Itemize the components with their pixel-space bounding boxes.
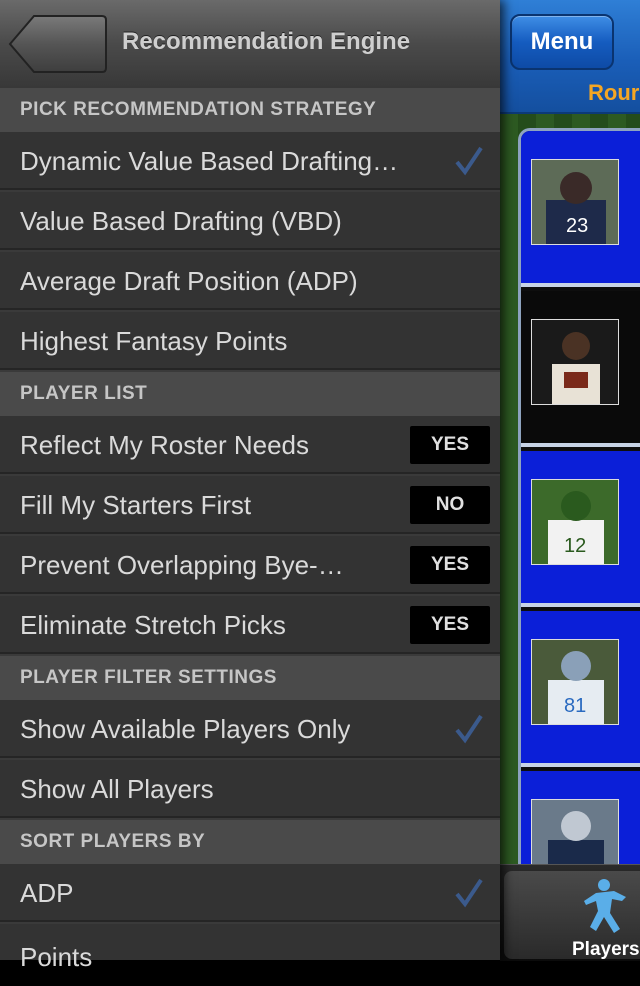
background-app: 23 12 81 Menu Rour Players (500, 0, 640, 961)
player-card[interactable]: 81 (521, 611, 640, 767)
setting-label: Fill My Starters First (20, 490, 252, 520)
option-label: Highest Fantasy Points (20, 326, 288, 356)
toggle-switch[interactable]: NO (410, 486, 490, 524)
toggle-switch[interactable]: YES (410, 426, 490, 464)
player-photo (531, 799, 619, 865)
tab-players[interactable]: Players (504, 871, 640, 960)
option-label: Points (20, 942, 93, 972)
strategy-option-dynamic-vbd[interactable]: Dynamic Value Based Drafting… (0, 132, 500, 190)
back-arrow-icon (8, 15, 107, 73)
setting-label: Eliminate Stretch Picks (20, 610, 286, 640)
page-title: Recommendation Engine (122, 28, 411, 55)
toggle-switch[interactable]: YES (410, 546, 490, 584)
setting-reflect-roster-needs: Reflect My Roster Needs YES (0, 416, 500, 474)
player-photo: 23 (531, 159, 619, 245)
checkmark-icon (455, 146, 483, 176)
player-card[interactable]: 23 (521, 131, 640, 287)
svg-text:81: 81 (564, 695, 586, 717)
filter-option-all-players[interactable]: Show All Players (0, 760, 500, 818)
tab-bar: Players (500, 864, 640, 961)
background-navbar: Menu Rour (500, 0, 640, 114)
player-card[interactable] (521, 291, 640, 447)
option-label: Show All Players (20, 774, 214, 804)
player-photo (531, 319, 619, 405)
sort-option-points[interactable]: Points (0, 924, 500, 972)
checkmark-icon (455, 878, 483, 908)
svg-text:12: 12 (564, 535, 586, 557)
round-label: Rour (588, 80, 640, 105)
option-label: Show Available Players Only (20, 714, 351, 744)
setting-label: Reflect My Roster Needs (20, 430, 309, 460)
sort-option-adp[interactable]: ADP (0, 864, 500, 922)
strategy-option-highest-points[interactable]: Highest Fantasy Points (0, 312, 500, 370)
section-header-sort: SORT PLAYERS BY (0, 820, 500, 864)
option-label: Value Based Drafting (VBD) (20, 206, 342, 236)
tab-players-label: Players (572, 939, 640, 960)
player-photo: 12 (531, 479, 619, 565)
strategy-option-adp[interactable]: Average Draft Position (ADP) (0, 252, 500, 310)
setting-label: Prevent Overlapping Bye-… (20, 550, 344, 580)
toggle-switch[interactable]: YES (410, 606, 490, 644)
player-photo: 81 (531, 639, 619, 725)
setting-prevent-overlapping-bye: Prevent Overlapping Bye-… YES (0, 536, 500, 594)
section-header-filter: PLAYER FILTER SETTINGS (0, 656, 500, 700)
section-header-strategy: PICK RECOMMENDATION STRATEGY (0, 88, 500, 132)
setting-fill-starters-first: Fill My Starters First NO (0, 476, 500, 534)
checkmark-icon (455, 714, 483, 744)
player-card[interactable] (521, 771, 640, 865)
filter-option-available-only[interactable]: Show Available Players Only (0, 700, 500, 758)
football-player-icon (584, 879, 626, 933)
player-card[interactable]: 12 (521, 451, 640, 607)
recommendation-engine-panel: Recommendation Engine PICK RECOMMENDATIO… (0, 0, 500, 972)
strategy-option-vbd[interactable]: Value Based Drafting (VBD) (0, 192, 500, 250)
navbar: Recommendation Engine (0, 0, 500, 90)
section-header-player-list: PLAYER LIST (0, 372, 500, 416)
back-button[interactable] (8, 14, 108, 74)
player-card-stack: 23 12 81 (518, 128, 640, 868)
svg-text:23: 23 (566, 215, 588, 237)
option-label: Dynamic Value Based Drafting… (20, 146, 399, 176)
option-label: ADP (20, 878, 74, 908)
menu-button[interactable]: Menu (510, 14, 614, 70)
setting-eliminate-stretch-picks: Eliminate Stretch Picks YES (0, 596, 500, 654)
option-label: Average Draft Position (ADP) (20, 266, 358, 296)
